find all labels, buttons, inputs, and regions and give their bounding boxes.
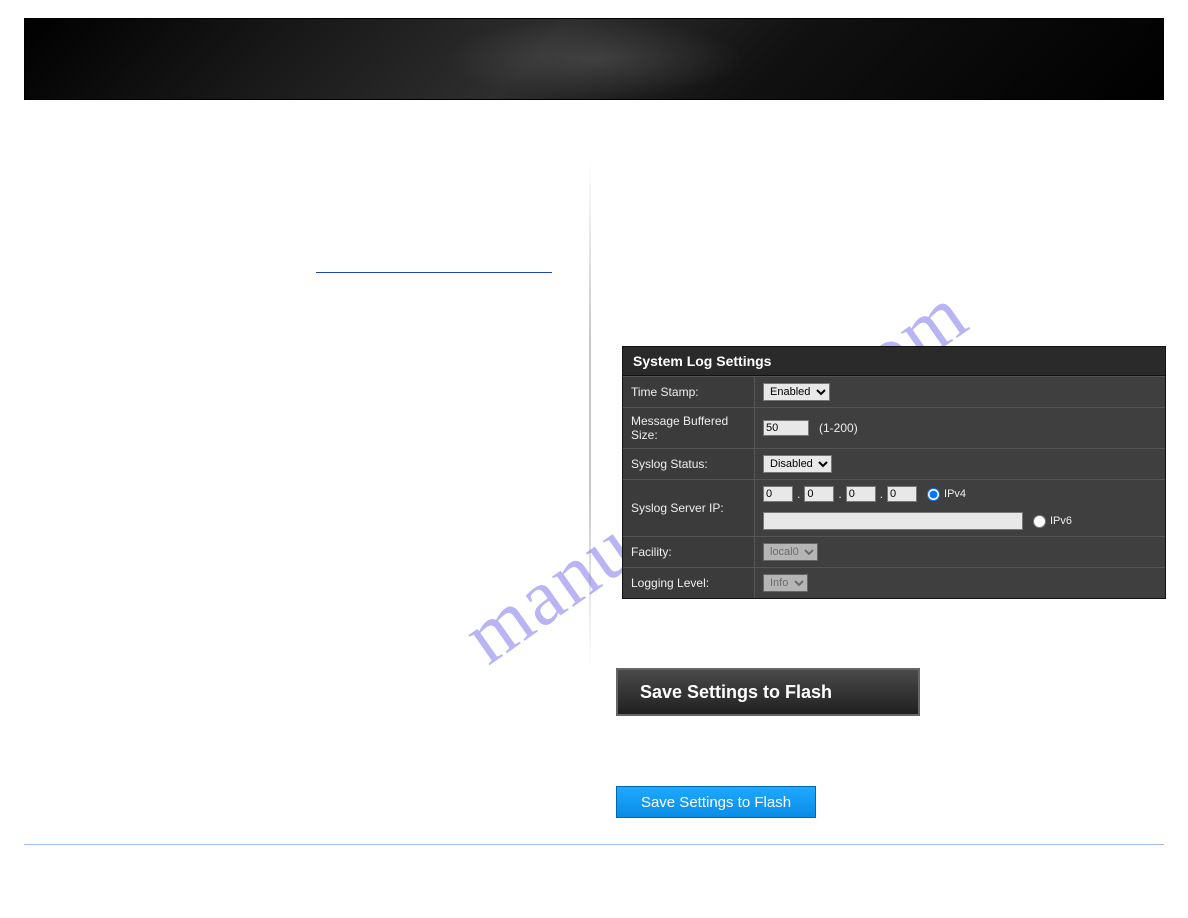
row-facility: Facility: local0: [623, 536, 1165, 567]
label-facility: Facility:: [623, 537, 755, 567]
input-ip-octet-3[interactable]: [846, 486, 876, 502]
input-ipv6-address[interactable]: [763, 512, 1023, 530]
footer-divider: [24, 844, 1164, 845]
label-ipv4: IPv4: [944, 488, 966, 500]
input-ip-octet-1[interactable]: [763, 486, 793, 502]
select-facility[interactable]: local0: [763, 543, 818, 561]
ip-dot: .: [880, 487, 883, 501]
ip-dot: .: [797, 487, 800, 501]
label-time-stamp: Time Stamp:: [623, 377, 755, 407]
label-message-buffered-size: Message Buffered Size:: [623, 408, 755, 448]
save-settings-blue-button[interactable]: Save Settings to Flash: [616, 786, 816, 818]
hint-message-buffered-size: (1-200): [819, 421, 858, 435]
column-divider: [589, 160, 591, 670]
panel-title: System Log Settings: [623, 347, 1165, 376]
row-message-buffered-size: Message Buffered Size: (1-200): [623, 407, 1165, 448]
label-syslog-server-ip: Syslog Server IP:: [623, 480, 755, 536]
label-ipv6: IPv6: [1050, 515, 1072, 527]
input-message-buffered-size[interactable]: [763, 420, 809, 436]
row-time-stamp: Time Stamp: Enabled: [623, 376, 1165, 407]
ip-dot: .: [838, 487, 841, 501]
save-settings-dark-label: Save Settings to Flash: [640, 682, 832, 703]
system-log-settings-panel: System Log Settings Time Stamp: Enabled …: [622, 346, 1166, 599]
row-logging-level: Logging Level: Info: [623, 567, 1165, 598]
select-logging-level[interactable]: Info: [763, 574, 808, 592]
select-time-stamp[interactable]: Enabled: [763, 383, 830, 401]
save-settings-dark-button[interactable]: Save Settings to Flash: [616, 668, 920, 716]
input-ip-octet-2[interactable]: [804, 486, 834, 502]
row-syslog-status: Syslog Status: Disabled: [623, 448, 1165, 479]
input-ip-octet-4[interactable]: [887, 486, 917, 502]
label-syslog-status: Syslog Status:: [623, 449, 755, 479]
section-link-underline[interactable]: [316, 272, 552, 273]
radio-ipv6[interactable]: [1033, 515, 1046, 528]
label-logging-level: Logging Level:: [623, 568, 755, 598]
save-settings-blue-label: Save Settings to Flash: [641, 794, 791, 811]
radio-ipv4[interactable]: [927, 488, 940, 501]
select-syslog-status[interactable]: Disabled: [763, 455, 832, 473]
row-syslog-server-ip: Syslog Server IP: . . . IPv4 IPv6: [623, 479, 1165, 536]
page-header-banner: [24, 18, 1164, 100]
